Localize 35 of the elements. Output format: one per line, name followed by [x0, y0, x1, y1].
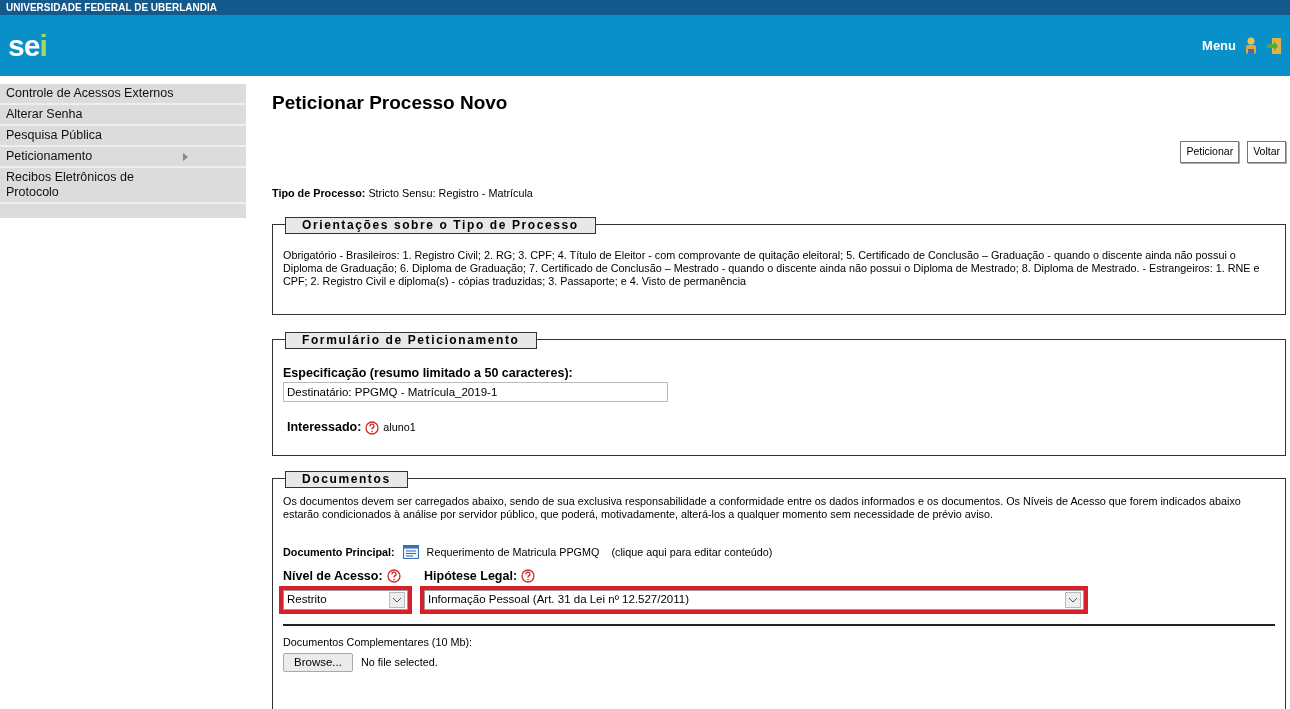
field-label: Documento Principal:	[283, 545, 395, 559]
process-type: Tipo de Processo: Stricto Sensu: Registro - Matrícula	[272, 186, 534, 200]
institution-name: UNIVERSIDADE FEDERAL DE UBERLANDIA	[0, 0, 1290, 15]
edit-hint: (clique aqui para editar conteúdo)	[611, 545, 773, 559]
panel-legend: Documentos	[285, 471, 408, 489]
help-icon[interactable]	[365, 420, 380, 435]
field-label: Hipótese Legal:	[424, 568, 518, 586]
submenu-arrow-icon	[183, 152, 188, 161]
guidance-text: Obrigatório - Brasileiros: 1. Registro Civil; 2. RG; 3. CPF; 4. Título de Eleitor - com comprovante de quitação eleitoral; 5. Certificado de Conclusão – Graduação - quando o discente ainda não possui o Diploma de Graduação; 6. Diploma de Graduação; 7. Certificado de Conclusão – Mestrado - quando o discente ainda não possui o Diploma de Mestrado; 8. Diploma de Mestrado. - Estrangeiros: 1. RNE e CPF; 2. Registro Civil e diploma(s) - cópias traduzidas; 3. Passaporte; e 4. Visto de permanência	[283, 248, 1261, 288]
sidebar-item[interactable]: Alterar Senha	[0, 105, 246, 126]
field-label: Documentos Complementares (10 Mb):	[283, 635, 474, 649]
sidebar-item[interactable]: Controle de Acessos Externos	[0, 84, 246, 105]
document-icon[interactable]	[402, 545, 419, 560]
field-label: Nível de Acesso:	[283, 568, 383, 586]
page-title: Peticionar Processo Novo	[272, 92, 509, 115]
file-status: No file selected.	[360, 655, 438, 669]
sei-logo: sei	[8, 28, 47, 64]
action-button[interactable]: Voltar	[1247, 140, 1286, 163]
panel-legend: Formulário de Peticionamento	[285, 331, 537, 349]
documents-notice: Os documentos devem ser carregados abaixo, sendo de sua exclusiva responsabilidade a conformidade entre os dados informados e os documentos. Os Níveis de Acesso que forem indicados abaixo estarão condicionados à análise por servidor público, que poderá, motivadamente, alterá-los a qualquer momento sem necessidade de prévio aviso.	[283, 495, 1242, 522]
panel-legend: Orientações sobre o Tipo de Processo	[285, 216, 596, 234]
specification-field[interactable]: Destinatário: PPGMQ - Matrícula_2019-1	[283, 382, 668, 403]
help-icon[interactable]	[521, 569, 536, 584]
action-button[interactable]: Peticionar	[1180, 140, 1240, 163]
document-link[interactable]: Requerimento de Matricula PPGMQ	[426, 545, 600, 559]
user-icon[interactable]	[1244, 36, 1258, 55]
menu-link[interactable]: Menu	[1202, 35, 1236, 56]
interested-party: aluno1	[383, 421, 416, 435]
sidebar-item[interactable]: Peticionamento	[0, 147, 246, 168]
field-label: Interessado:	[287, 419, 362, 437]
browse-button[interactable]: Browse...	[283, 652, 353, 672]
help-icon[interactable]	[386, 569, 401, 584]
sidebar-item[interactable]: Recibos Eletrônicos de Protocolo	[0, 168, 246, 204]
sidebar-item[interactable]: Pesquisa Pública	[0, 126, 246, 147]
field-label: Especificação (resumo limitado a 50 caracteres):	[283, 364, 574, 382]
